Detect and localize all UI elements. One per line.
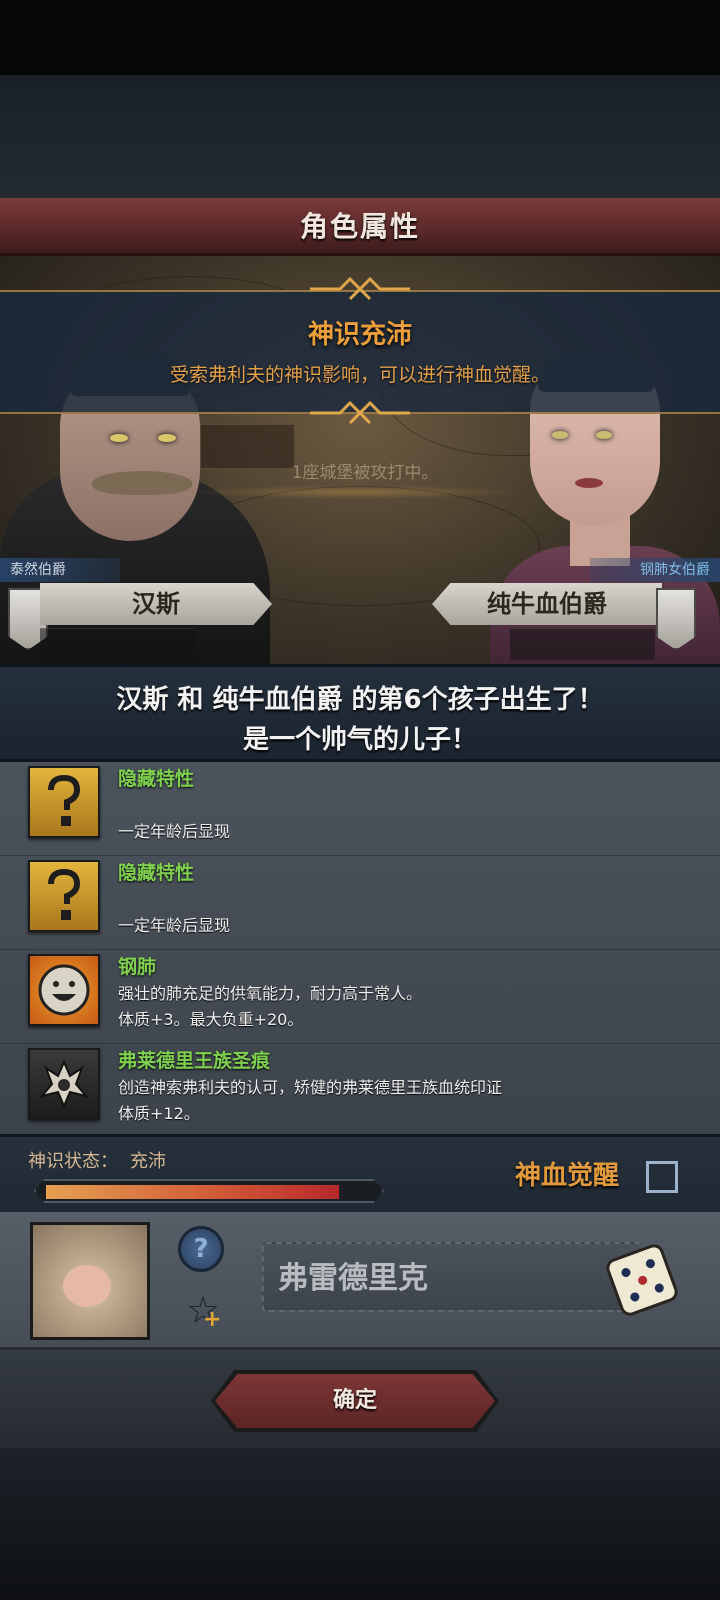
page-title: 角色属性 xyxy=(299,210,420,243)
child-naming-panel: ? ☆ + 弗雷德里克 xyxy=(0,1212,720,1350)
trait-name: 弗莱德里王族圣痕 xyxy=(118,1050,271,1072)
awaken-checkbox[interactable] xyxy=(646,1161,678,1193)
question-mark-icon xyxy=(28,766,100,838)
event-description: 受索弗利夫的神识影响，可以进行神血觉醒。 xyxy=(169,364,550,386)
awaken-label: 神血觉醒 xyxy=(515,1161,620,1191)
confirm-button[interactable]: 确定 xyxy=(215,1374,495,1428)
father-eye xyxy=(158,434,176,442)
trait-name: 隐藏特性 xyxy=(118,768,195,790)
question-icon[interactable]: ? xyxy=(178,1226,224,1272)
father-mustache xyxy=(92,471,192,495)
question-mark-icon xyxy=(28,860,100,932)
trait-item[interactable]: 隐藏特性 一定年龄后显现 xyxy=(0,856,720,950)
child-portrait xyxy=(30,1222,150,1340)
title-bar: 角色属性 xyxy=(0,198,720,256)
trait-name: 钢肺 xyxy=(118,956,157,978)
child-name-input[interactable]: 弗雷德里克 xyxy=(262,1242,642,1312)
divine-status-panel: 神识状态： 充沛 神血觉醒 xyxy=(0,1134,720,1212)
bottom-bar xyxy=(0,1448,720,1600)
announcement-line-1: 汉斯 和 纯牛血伯爵 的第6个孩子出生了！ xyxy=(116,685,604,715)
trait-description: 强壮的肺充足的供氧能力，耐力高于常人。 xyxy=(118,984,423,1003)
top-bar xyxy=(0,0,720,75)
birth-announcement: 汉斯 和 纯牛血伯爵 的第6个孩子出生了！ 是一个帅气的儿子！ xyxy=(0,664,720,762)
plus-icon: + xyxy=(203,1307,222,1332)
father-sub-plate xyxy=(40,628,195,660)
divine-status-bar-fill xyxy=(46,1185,340,1199)
trait-effect: 一定年龄后显现 xyxy=(118,822,231,841)
upper-background xyxy=(0,75,720,200)
trait-effect: 体质+3。最大负重+20。 xyxy=(118,1010,304,1029)
divine-status-bar xyxy=(34,1179,384,1203)
baby-face xyxy=(63,1265,111,1307)
mother-eye xyxy=(596,431,612,439)
mother-eye xyxy=(552,431,568,439)
royal-stigma-icon xyxy=(28,1048,100,1120)
map-note: 1座城堡被攻打中。 xyxy=(291,463,439,483)
trait-list[interactable]: 隐藏特性 一定年龄后显现 隐藏特性 一定年龄后显现 钢肺 强壮的肺充足的供氧能力… xyxy=(0,762,720,1134)
trait-item[interactable]: 钢肺 强壮的肺充足的供氧能力，耐力高于常人。 体质+3。最大负重+20。 xyxy=(0,950,720,1044)
trait-name: 隐藏特性 xyxy=(118,862,195,884)
trait-effect: 体质+12。 xyxy=(118,1104,200,1123)
trait-item[interactable]: 隐藏特性 一定年龄后显现 xyxy=(0,762,720,856)
game-screen: 角色属性 1座城堡被攻打中。 神识充沛 受索弗利夫的神识影响，可以进行神血觉醒。 xyxy=(0,0,720,1600)
confirm-area: 确定 xyxy=(0,1350,720,1448)
mother-name[interactable]: 纯牛血伯爵 xyxy=(432,583,662,625)
trait-description: 创造神索弗利夫的认可，矫健的弗莱德里王族血统印证 xyxy=(118,1078,503,1097)
child-name-value: 弗雷德里克 xyxy=(278,1261,428,1296)
status-label: 神识状态： xyxy=(28,1151,118,1172)
mother-lips xyxy=(575,478,603,488)
event-title: 神识充沛 xyxy=(307,320,412,350)
bottom-ornament-icon xyxy=(310,400,410,425)
father-title: 泰然伯爵 xyxy=(0,558,120,582)
trait-item[interactable]: 弗莱德里王族圣痕 创造神索弗利夫的认可，矫健的弗莱德里王族血统印证 体质+12。 xyxy=(0,1044,720,1134)
event-banner: 神识充沛 受索弗利夫的神识影响，可以进行神血觉醒。 xyxy=(0,276,720,425)
mother-title: 钢肺女伯爵 xyxy=(590,558,720,582)
top-ornament-icon xyxy=(310,276,410,301)
status-value: 充沛 xyxy=(130,1151,166,1172)
map-note-glow xyxy=(190,485,520,499)
mother-sub-plate xyxy=(510,628,655,660)
trait-effect: 一定年龄后显现 xyxy=(118,916,231,935)
father-eye xyxy=(110,434,128,442)
father-name[interactable]: 汉斯 xyxy=(40,583,272,625)
announcement-line-2: 是一个帅气的儿子！ xyxy=(242,725,477,755)
smiling-face-icon xyxy=(28,954,100,1026)
